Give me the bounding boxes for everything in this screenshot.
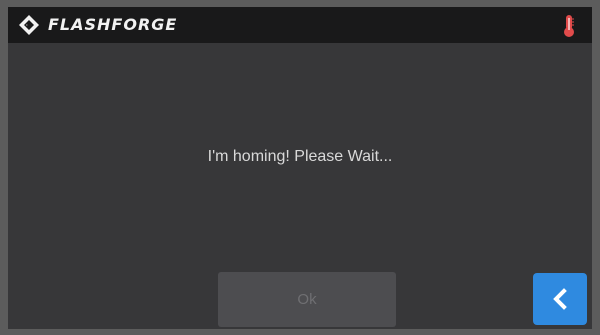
brand-name: FLASHFORGE bbox=[48, 15, 178, 34]
status-message: I'm homing! Please Wait... bbox=[207, 148, 393, 165]
ok-button[interactable]: Ok bbox=[218, 272, 396, 327]
chevron-left-icon bbox=[551, 288, 569, 310]
device-frame: FLASHFORGE I'm homing! Please Wait... Ok bbox=[0, 0, 600, 335]
back-button[interactable] bbox=[533, 273, 587, 325]
brand-logo: FLASHFORGE bbox=[18, 14, 177, 36]
printer-screen: FLASHFORGE I'm homing! Please Wait... Ok bbox=[8, 7, 592, 329]
top-bar: FLASHFORGE bbox=[8, 7, 592, 43]
thermometer-icon[interactable] bbox=[562, 14, 576, 38]
flashforge-logo-icon bbox=[18, 14, 40, 36]
